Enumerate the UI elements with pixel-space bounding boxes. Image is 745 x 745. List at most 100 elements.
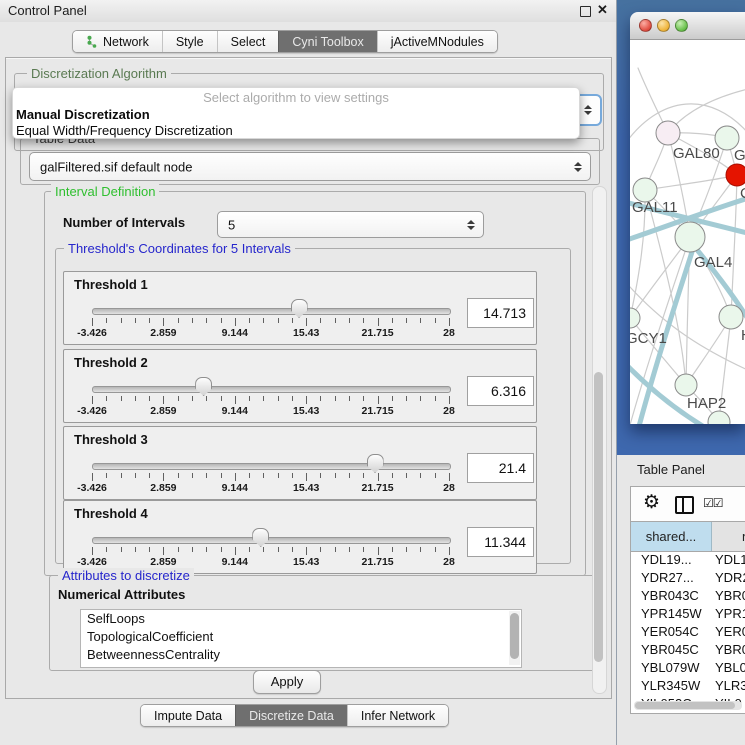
- threshold-slider-thumb[interactable]: [195, 377, 212, 396]
- network-edge: [668, 88, 745, 133]
- cell-name: YDL1: [715, 551, 745, 569]
- table-hscrollbar-thumb[interactable]: [635, 702, 735, 709]
- number-of-intervals-label: Number of Intervals: [63, 215, 185, 230]
- minimize-traffic-light-icon[interactable]: [657, 19, 670, 32]
- threshold-slider-thumb[interactable]: [252, 528, 269, 547]
- discretization-algorithm-label: Discretization Algorithm: [27, 66, 171, 81]
- threshold-slider-track[interactable]: [92, 537, 451, 544]
- network-node-c[interactable]: [726, 164, 745, 186]
- column-header-name[interactable]: n: [712, 522, 745, 551]
- threshold-slider-track[interactable]: [92, 308, 451, 315]
- tick-mark: [406, 547, 407, 552]
- network-graph: GAL80GACGAL11GAL4GCY1HHAP2: [630, 40, 745, 424]
- tab-style[interactable]: Style: [162, 31, 217, 52]
- tick-mark: [92, 473, 93, 481]
- list-scrollbar-thumb[interactable]: [510, 613, 519, 659]
- list-item-selfloops[interactable]: SelfLoops: [81, 610, 521, 628]
- table-row[interactable]: YDL19...YDL1: [631, 551, 745, 569]
- table-row[interactable]: YPR145WYPR1: [631, 605, 745, 623]
- select-columns-icon[interactable]: ☑☑: [703, 496, 723, 510]
- list-item-betweennesscentrality[interactable]: BetweennessCentrality: [81, 646, 521, 664]
- tick-mark: [335, 318, 336, 323]
- algorithm-option-manual-discretization[interactable]: Manual Discretization: [16, 107, 150, 122]
- numerical-attributes-list[interactable]: SelfLoopsTopologicalCoefficientBetweenne…: [80, 609, 522, 668]
- tick-mark: [192, 547, 193, 552]
- attributes-group-label: Attributes to discretize: [58, 568, 194, 583]
- threshold-value-input[interactable]: 14.713: [467, 298, 534, 328]
- tab-select[interactable]: Select: [217, 31, 279, 52]
- zoom-traffic-light-icon[interactable]: [675, 19, 688, 32]
- network-node-gal4[interactable]: [675, 222, 705, 252]
- tick-mark: [135, 318, 136, 323]
- tick-mark: [106, 547, 107, 552]
- threshold-slider-track[interactable]: [92, 463, 451, 470]
- table-horizontal-scrollbar[interactable]: [634, 701, 742, 710]
- tab-discretize-data[interactable]: Discretize Data: [235, 705, 347, 726]
- network-canvas[interactable]: GAL80GACGAL11GAL4GCY1HHAP2: [630, 40, 745, 424]
- interval-definition-label: Interval Definition: [51, 184, 159, 199]
- tick-mark: [278, 396, 279, 401]
- tick-mark: [435, 473, 436, 478]
- network-edge: [645, 175, 737, 190]
- tick-mark: [106, 396, 107, 401]
- network-node-label: GAL4: [694, 254, 732, 271]
- tick-mark: [149, 547, 150, 552]
- column-header-shared-name[interactable]: shared...: [631, 522, 712, 551]
- tick-label: 9.144: [222, 482, 248, 494]
- tab-cyni-toolbox[interactable]: Cyni Toolbox: [278, 31, 376, 52]
- tab-jactivemnodules[interactable]: jActiveMNodules: [377, 31, 497, 52]
- tick-mark: [392, 396, 393, 401]
- threshold-slider-track[interactable]: [92, 386, 451, 393]
- table-row[interactable]: YER054CYER0: [631, 623, 745, 641]
- number-of-intervals-combobox[interactable]: 5: [217, 211, 484, 238]
- table-data-group: Table Data galFiltered.sif default node: [20, 138, 600, 185]
- tick-label: 28: [443, 405, 455, 417]
- tick-mark: [149, 318, 150, 323]
- network-node-gcy1[interactable]: [630, 308, 640, 328]
- close-traffic-light-icon[interactable]: [639, 19, 652, 32]
- table-row[interactable]: YDR27...YDR2: [631, 569, 745, 587]
- float-window-icon[interactable]: [580, 6, 591, 17]
- tick-mark: [320, 473, 321, 478]
- tab-network[interactable]: Network: [73, 31, 162, 52]
- slider-tick-labels: -3.4262.8599.14415.4321.71528: [92, 327, 449, 340]
- tab-infer-network[interactable]: Infer Network: [347, 705, 448, 726]
- gear-icon[interactable]: ⚙: [643, 491, 660, 514]
- table-row[interactable]: YLR345WYLR3: [631, 677, 745, 695]
- tick-mark: [435, 318, 436, 323]
- network-node-gal80[interactable]: [656, 121, 680, 145]
- threshold-panel-3: Threshold 3-3.4262.8599.14415.4321.71528…: [63, 426, 537, 500]
- table-row[interactable]: YBR043CYBR0: [631, 587, 745, 605]
- network-node-h[interactable]: [719, 305, 743, 329]
- tab-impute-data[interactable]: Impute Data: [141, 705, 235, 726]
- tick-mark: [235, 396, 236, 404]
- threshold-slider-thumb[interactable]: [367, 454, 384, 473]
- panel-scrollbar[interactable]: [592, 186, 607, 694]
- numerical-attributes-heading: Numerical Attributes: [58, 587, 185, 602]
- column-layout-icon[interactable]: [675, 496, 694, 514]
- threshold-value-input[interactable]: 21.4: [467, 453, 534, 483]
- threshold-value-input[interactable]: 6.316: [467, 376, 534, 406]
- table-row[interactable]: YBR045CYBR0: [631, 641, 745, 659]
- tick-mark: [378, 396, 379, 404]
- apply-button[interactable]: Apply: [253, 670, 321, 694]
- network-window-titlebar[interactable]: [630, 12, 745, 40]
- threshold-value-input[interactable]: 11.344: [467, 527, 534, 557]
- tick-mark: [406, 473, 407, 478]
- threshold-panel-1: Threshold 1-3.4262.8599.14415.4321.71528…: [63, 271, 537, 345]
- control-panel-titlebar: Control Panel ✕: [0, 0, 616, 22]
- table-row[interactable]: YBL079WYBL0: [631, 659, 745, 677]
- tick-mark: [363, 318, 364, 323]
- network-node-hap2[interactable]: [675, 374, 697, 396]
- tick-mark: [92, 547, 93, 555]
- list-scrollbar[interactable]: [509, 611, 520, 665]
- table-data-combobox[interactable]: galFiltered.sif default node: [29, 152, 591, 181]
- tab-label: Discretize Data: [249, 709, 334, 723]
- cell-name: YBR0: [715, 641, 745, 659]
- algorithm-option-equal-width-frequency-discretization[interactable]: Equal Width/Frequency Discretization: [16, 123, 233, 138]
- list-item-topologicalcoefficient[interactable]: TopologicalCoefficient: [81, 628, 521, 646]
- panel-scrollbar-thumb[interactable]: [594, 372, 603, 662]
- threshold-slider-thumb[interactable]: [291, 299, 308, 318]
- tab-label: Infer Network: [361, 709, 435, 723]
- close-icon[interactable]: ✕: [597, 2, 608, 18]
